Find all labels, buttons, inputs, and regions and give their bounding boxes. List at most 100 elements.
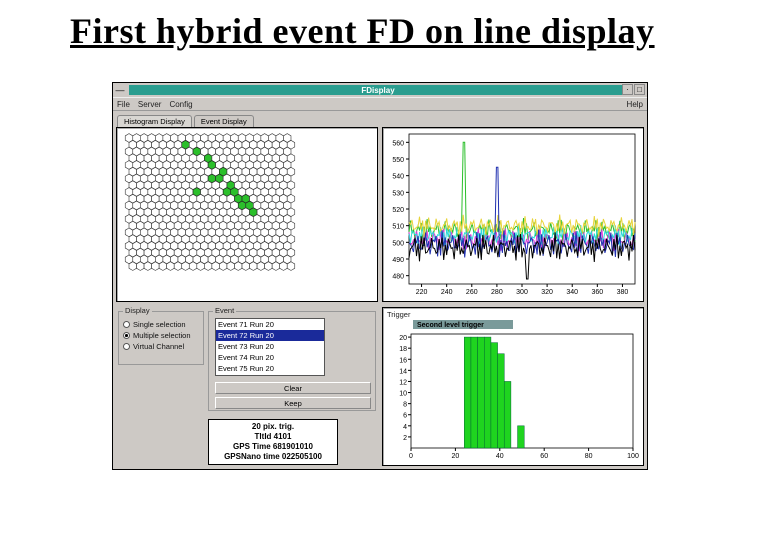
- window-titlebar[interactable]: — FDisplay · □: [113, 83, 647, 97]
- menu-config[interactable]: Config: [169, 100, 192, 109]
- trigger-bar: [518, 426, 525, 448]
- camera-pixel[interactable]: [189, 262, 197, 271]
- event-info-box: 20 pix. trig. TltId 4101 GPS Time 681901…: [208, 419, 338, 465]
- svg-text:60: 60: [540, 453, 548, 460]
- camera-pixel[interactable]: [287, 262, 295, 271]
- svg-text:12: 12: [399, 379, 407, 386]
- svg-text:220: 220: [416, 289, 428, 296]
- camera-pixel[interactable]: [204, 262, 212, 271]
- trace-chart: 4804905005105205305405505602202402602803…: [383, 128, 641, 301]
- tab-bar: Histogram Display Event Display: [113, 111, 647, 127]
- camera-pixel[interactable]: [212, 262, 220, 271]
- svg-text:520: 520: [392, 207, 404, 214]
- display-group-title: Display: [123, 306, 152, 315]
- svg-text:14: 14: [399, 368, 407, 375]
- camera-pixel[interactable]: [250, 262, 258, 271]
- svg-text:320: 320: [541, 289, 553, 296]
- controls-area: Display Single selection Multiple select…: [116, 307, 378, 466]
- event-listbox[interactable]: Event 71 Run 20Event 72 Run 20Event 73 R…: [215, 318, 325, 376]
- trigger-bar: [504, 381, 511, 448]
- svg-text:80: 80: [585, 453, 593, 460]
- menubar: File Server Config Help: [113, 97, 647, 111]
- svg-text:360: 360: [591, 289, 603, 296]
- camera-pixel[interactable]: [227, 262, 235, 271]
- trace-panel: 4804905005105205305405505602202402602803…: [382, 127, 644, 302]
- svg-text:540: 540: [392, 174, 404, 181]
- event-group-title: Event: [213, 306, 236, 315]
- svg-text:20: 20: [452, 453, 460, 460]
- svg-text:260: 260: [466, 289, 478, 296]
- camera-pixel[interactable]: [257, 262, 265, 271]
- list-item[interactable]: Event 76 Run 20: [216, 374, 324, 376]
- list-item[interactable]: Event 74 Run 20: [216, 352, 324, 363]
- svg-text:480: 480: [392, 274, 404, 281]
- display-groupbox: Display Single selection Multiple select…: [118, 311, 204, 365]
- svg-text:280: 280: [491, 289, 503, 296]
- camera-pixel[interactable]: [234, 262, 242, 271]
- svg-text:510: 510: [392, 224, 404, 231]
- camera-pixel[interactable]: [174, 262, 182, 271]
- camera-pixel[interactable]: [144, 262, 152, 271]
- keep-button[interactable]: Keep: [215, 397, 371, 409]
- trigger-bar: [478, 337, 485, 448]
- camera-pixel[interactable]: [129, 262, 137, 271]
- camera-pixel[interactable]: [242, 262, 250, 271]
- svg-text:100: 100: [627, 453, 639, 460]
- info-gps-nano: GPSNano time 022505100: [213, 452, 333, 462]
- menu-server[interactable]: Server: [138, 100, 162, 109]
- camera-pixel[interactable]: [159, 262, 167, 271]
- svg-text:500: 500: [392, 240, 404, 247]
- svg-text:2: 2: [403, 435, 407, 442]
- svg-text:530: 530: [392, 190, 404, 197]
- clear-button[interactable]: Clear: [215, 382, 371, 394]
- slide-title: First hybrid event FD on line display: [0, 0, 780, 60]
- radio-virtual-channel[interactable]: Virtual Channel: [123, 342, 199, 351]
- info-tltid: TltId 4101: [213, 432, 333, 442]
- camera-pixel[interactable]: [265, 262, 273, 271]
- camera-pixel[interactable]: [137, 262, 145, 271]
- app-window: — FDisplay · □ File Server Config Help H…: [112, 82, 648, 470]
- camera-pixel[interactable]: [167, 262, 175, 271]
- camera-pixel[interactable]: [280, 262, 288, 271]
- svg-text:6: 6: [403, 413, 407, 420]
- info-gps-time: GPS Time 681901010: [213, 442, 333, 452]
- svg-text:340: 340: [566, 289, 578, 296]
- trigger-bar: [471, 337, 478, 448]
- trigger-bar: [484, 337, 491, 448]
- svg-text:0: 0: [409, 453, 413, 460]
- event-groupbox: Event Event 71 Run 20Event 72 Run 20Even…: [208, 311, 376, 411]
- window-title: FDisplay: [129, 85, 627, 95]
- svg-text:300: 300: [516, 289, 528, 296]
- list-item[interactable]: Event 72 Run 20: [216, 330, 324, 341]
- system-menu-icon[interactable]: —: [113, 83, 127, 97]
- camera-pixel[interactable]: [182, 262, 190, 271]
- tab-event-display[interactable]: Event Display: [194, 115, 254, 127]
- camera-pixel[interactable]: [272, 262, 280, 271]
- svg-text:40: 40: [496, 453, 504, 460]
- minimize-icon[interactable]: ·: [622, 84, 633, 95]
- camera-panel: [116, 127, 378, 302]
- svg-text:10: 10: [399, 391, 407, 398]
- maximize-icon[interactable]: □: [634, 84, 645, 95]
- trigger-chart: Second level trigger24681012141618200204…: [383, 320, 641, 468]
- svg-text:380: 380: [617, 289, 629, 296]
- camera-hex-grid[interactable]: [117, 128, 377, 301]
- svg-text:490: 490: [392, 257, 404, 264]
- camera-pixel[interactable]: [219, 262, 227, 271]
- window-controls: · □: [622, 84, 645, 95]
- svg-text:240: 240: [441, 289, 453, 296]
- radio-multiple-selection[interactable]: Multiple selection: [123, 331, 199, 340]
- list-item[interactable]: Event 71 Run 20: [216, 319, 324, 330]
- list-item[interactable]: Event 73 Run 20: [216, 341, 324, 352]
- camera-pixel[interactable]: [197, 262, 205, 271]
- list-item[interactable]: Event 75 Run 20: [216, 363, 324, 374]
- tab-histogram-display[interactable]: Histogram Display: [117, 115, 192, 127]
- camera-pixel[interactable]: [152, 262, 160, 271]
- trigger-panel: Trigger Second level trigger246810121416…: [382, 307, 644, 466]
- svg-text:8: 8: [403, 402, 407, 409]
- radio-single-selection[interactable]: Single selection: [123, 320, 199, 329]
- svg-text:560: 560: [392, 140, 404, 147]
- menu-file[interactable]: File: [117, 100, 130, 109]
- trigger-bar: [491, 343, 498, 448]
- menu-help[interactable]: Help: [627, 100, 643, 109]
